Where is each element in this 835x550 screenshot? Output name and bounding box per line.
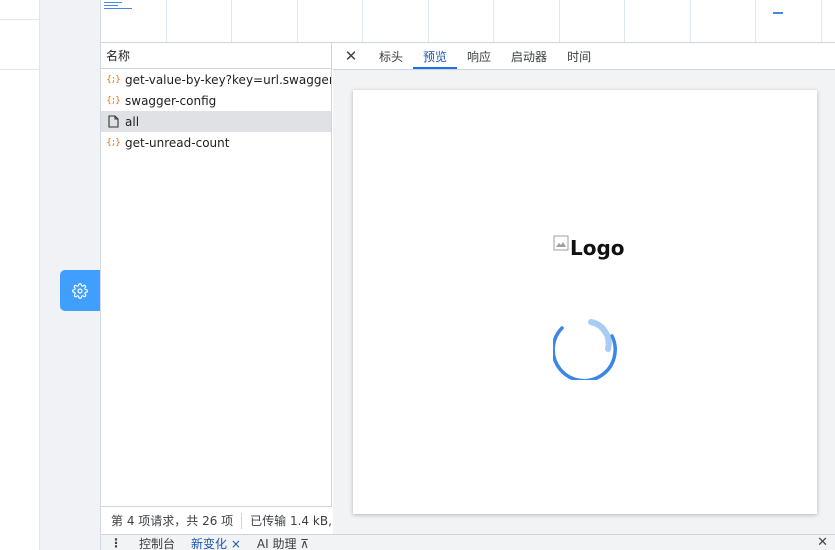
settings-button[interactable]	[60, 270, 100, 311]
bottom-drawer: ⋮ 控制台 新变化 × AI 助理 ⊼ ✕	[101, 534, 835, 550]
network-overview-timeline[interactable]	[101, 0, 835, 43]
overview-gridline	[297, 0, 298, 42]
request-row-selected[interactable]: all	[101, 111, 331, 132]
tab-timing[interactable]: 时间	[557, 43, 601, 69]
overview-gridline	[166, 0, 167, 42]
overview-gridline	[493, 0, 494, 42]
drawer-tab-ai-assistant[interactable]: AI 助理 ⊼	[249, 535, 317, 550]
tab-headers[interactable]: 标头	[369, 43, 413, 69]
app-content-card	[0, 0, 40, 550]
overview-gridline	[559, 0, 560, 42]
broken-image-icon	[553, 235, 569, 251]
request-name: all	[125, 114, 140, 129]
logo-image-broken: Logo	[553, 235, 625, 260]
left-app-area	[0, 0, 100, 550]
request-name: swagger-config	[125, 93, 217, 108]
json-icon: {;}	[106, 95, 120, 106]
close-icon[interactable]: ✕	[817, 535, 828, 550]
request-row[interactable]: {;} get-unread-count	[101, 132, 331, 153]
overview-request-bar	[773, 12, 783, 14]
request-row[interactable]: {;} get-value-by-key?key=url.swagger	[101, 69, 331, 90]
loading-spinner-icon	[553, 319, 617, 380]
request-name: get-unread-count	[125, 135, 230, 150]
name-column-header[interactable]: 名称	[101, 43, 331, 69]
overview-gridline	[755, 0, 756, 42]
overview-gridline	[428, 0, 429, 42]
drawer-tab-whats-new[interactable]: 新变化 ×	[183, 535, 249, 550]
overview-gridline	[624, 0, 625, 42]
request-row[interactable]: {;} swagger-config	[101, 90, 331, 111]
request-list-panel: 名称 {;} get-value-by-key?key=url.swagger …	[101, 43, 332, 534]
kebab-menu-icon[interactable]: ⋮	[101, 535, 131, 550]
preview-page: Logo	[353, 90, 817, 514]
logo-alt-text: Logo	[570, 236, 625, 260]
overview-gridline	[690, 0, 691, 42]
overview-gridline	[231, 0, 232, 42]
request-count-text: 第 4 项请求，共 26 项	[101, 512, 243, 529]
json-icon: {;}	[106, 74, 120, 85]
app-row	[0, 22, 40, 70]
devtools-panel: 名称 {;} get-value-by-key?key=url.swagger …	[100, 0, 835, 550]
drawer-tab-console[interactable]: 控制台	[131, 535, 183, 550]
preview-area: Logo	[333, 70, 835, 534]
document-icon	[106, 115, 120, 129]
close-icon[interactable]: ✕	[333, 43, 369, 69]
request-name: get-value-by-key?key=url.swagger	[125, 72, 331, 87]
app-row	[0, 0, 40, 20]
tab-response[interactable]: 响应	[457, 43, 501, 69]
json-icon: {;}	[106, 137, 120, 148]
detail-tab-bar: ✕ 标头 预览 响应 启动器 时间	[333, 43, 835, 70]
overview-gridline	[362, 0, 363, 42]
overview-gridline	[821, 0, 822, 42]
gear-icon	[72, 282, 88, 299]
network-status-bar: 第 4 项请求，共 26 项 已传输 1.4 kB,	[101, 506, 332, 534]
overview-waterfall-bars	[104, 2, 134, 15]
transfer-size-text: 已传输 1.4 kB,	[250, 514, 332, 528]
tab-preview[interactable]: 预览	[413, 43, 458, 69]
tab-initiator[interactable]: 启动器	[501, 43, 557, 69]
request-detail-panel: ✕ 标头 预览 响应 启动器 时间 Logo	[333, 43, 835, 534]
